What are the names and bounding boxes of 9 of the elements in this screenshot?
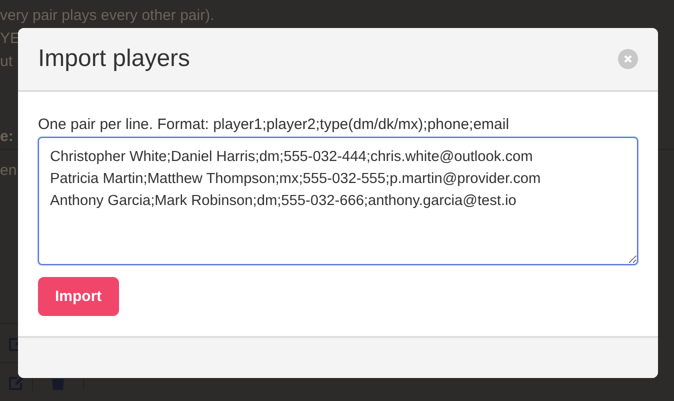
players-textarea[interactable]: Christopher White;Daniel Harris;dm;555-032-444;chris.white@outlook.com Patricia Martin;Matthew Thompson;mx;555-032-555;p.martin@provider.com Anthony Garcia;Mark Robinson;dm;555-032-666;anthony.garcia@test.io xyxy=(38,137,638,265)
modal-title: Import players xyxy=(38,45,190,73)
background-text: very pair plays every other pair). xyxy=(0,7,214,24)
background-text: ut xyxy=(0,53,13,70)
background-cell: en xyxy=(0,162,17,178)
close-icon xyxy=(623,54,633,64)
background-label: e: xyxy=(0,128,14,145)
instructions-text: One pair per line. Format: player1;player2;type(dm/dk/mx);phone;email xyxy=(38,116,510,133)
import-button[interactable]: Import xyxy=(38,277,119,316)
